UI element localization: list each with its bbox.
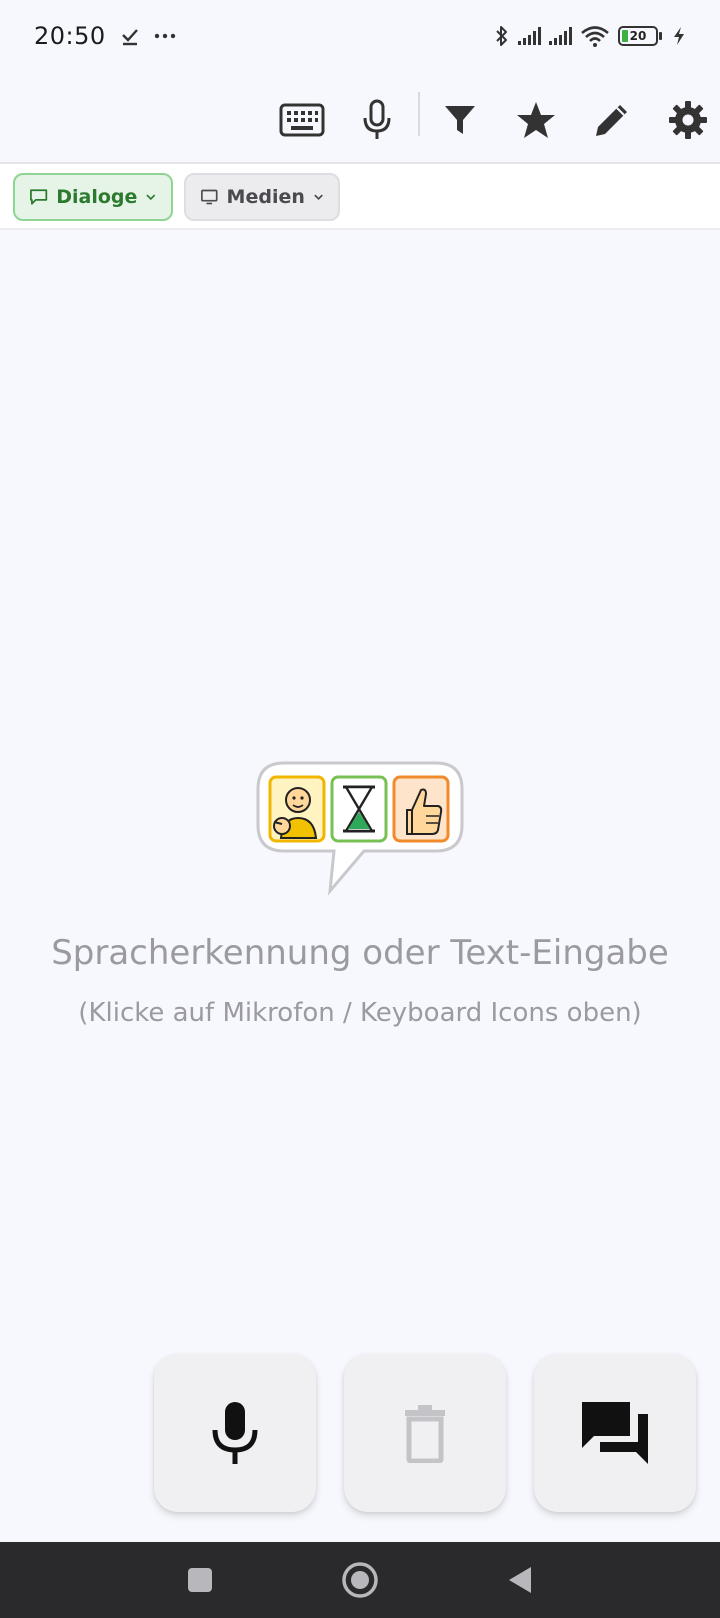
wifi-icon [581,26,609,47]
edit-button[interactable] [580,88,644,152]
microphone-icon [363,99,391,139]
chip-dialoge-label: Dialoge [56,186,138,208]
signal-icon [549,27,572,45]
chat-bubbles-icon [582,1402,648,1464]
system-nav-bar [0,1542,720,1618]
edit-pencil-icon [596,105,627,136]
record-microphone-button[interactable] [154,1354,316,1512]
recents-button[interactable] [180,1560,220,1600]
settings-button[interactable] [656,88,720,152]
keyboard-icon [279,103,325,137]
keyboard-button[interactable] [270,88,334,152]
empty-state-illustration [256,761,464,896]
status-time: 20:50 [34,22,106,50]
recents-square-icon [188,1568,212,1592]
home-circle-icon [342,1562,378,1598]
star-icon [517,102,555,138]
chat-bubble-icon [30,189,48,205]
empty-state-subtitle: (Klicke auf Mikrofon / Keyboard Icons ob… [78,998,642,1028]
microphone-button[interactable] [345,88,409,152]
category-chips: Dialoge Medien [0,164,720,230]
chip-dialoge[interactable]: Dialoge [13,173,173,221]
toolbar-divider [418,92,420,136]
battery-level: 20 [629,29,647,43]
signal-icon [518,27,541,45]
microphone-icon [212,1402,258,1464]
top-toolbar [0,80,720,160]
charging-icon [674,27,684,45]
bluetooth-icon [496,26,507,46]
filter-button[interactable] [428,88,492,152]
home-button[interactable] [340,1560,380,1600]
chevron-down-icon [314,194,323,201]
chip-medien[interactable]: Medien [184,173,340,221]
chevron-down-icon [146,194,156,201]
thumbs-up-icon [392,775,450,843]
hourglass-icon [330,775,388,843]
trash-icon [405,1405,445,1463]
back-triangle-icon [509,1567,531,1593]
person-pointing-icon [268,775,326,843]
settings-gear-icon [669,101,707,139]
check-icon [121,29,138,46]
status-bar: 20:50 20 [0,0,720,72]
delete-button[interactable] [344,1354,506,1512]
favorites-button[interactable] [504,88,568,152]
more-dots-icon [154,33,175,39]
chip-medien-label: Medien [226,186,305,208]
monitor-icon [201,189,218,205]
conversation-button[interactable] [534,1354,696,1512]
battery-icon: 20 [618,26,662,46]
filter-icon [445,106,475,134]
empty-state-title: Spracherkennung oder Text-Eingabe [51,933,669,973]
back-button[interactable] [500,1560,540,1600]
